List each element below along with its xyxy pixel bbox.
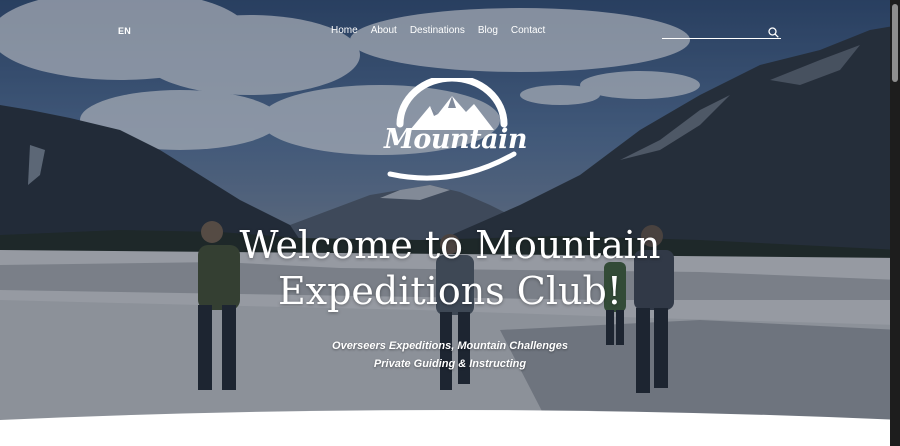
nav-home[interactable]: Home — [331, 25, 358, 36]
nav-about[interactable]: About — [371, 25, 397, 36]
bottom-curve — [0, 410, 900, 446]
nav-blog[interactable]: Blog — [478, 25, 498, 36]
search-icon[interactable] — [768, 25, 779, 43]
hero-section: EN Home About Destinations Blog Contact … — [0, 0, 900, 446]
nav-destinations[interactable]: Destinations — [410, 25, 465, 36]
hero-title-line-1: Welcome to Mountain — [239, 223, 661, 267]
hero-title-line-2: Expeditions Club! — [277, 269, 623, 313]
nav-contact[interactable]: Contact — [511, 25, 545, 36]
main-nav: Home About Destinations Blog Contact — [331, 25, 558, 36]
hero-title: Welcome to Mountain Expeditions Club! — [150, 222, 750, 314]
scrollbar-thumb[interactable] — [892, 4, 898, 82]
hero-subtitle-line-2: Private Guiding & Instructing — [373, 358, 527, 370]
hero-subtitle-line-1: Overseers Expeditions, Mountain Challeng… — [332, 340, 568, 352]
search-bar — [662, 24, 781, 39]
search-input[interactable] — [662, 24, 762, 38]
page-scrollbar[interactable] — [890, 0, 900, 446]
logo-text: Mountain — [384, 124, 528, 155]
language-selector[interactable]: EN — [118, 26, 131, 36]
